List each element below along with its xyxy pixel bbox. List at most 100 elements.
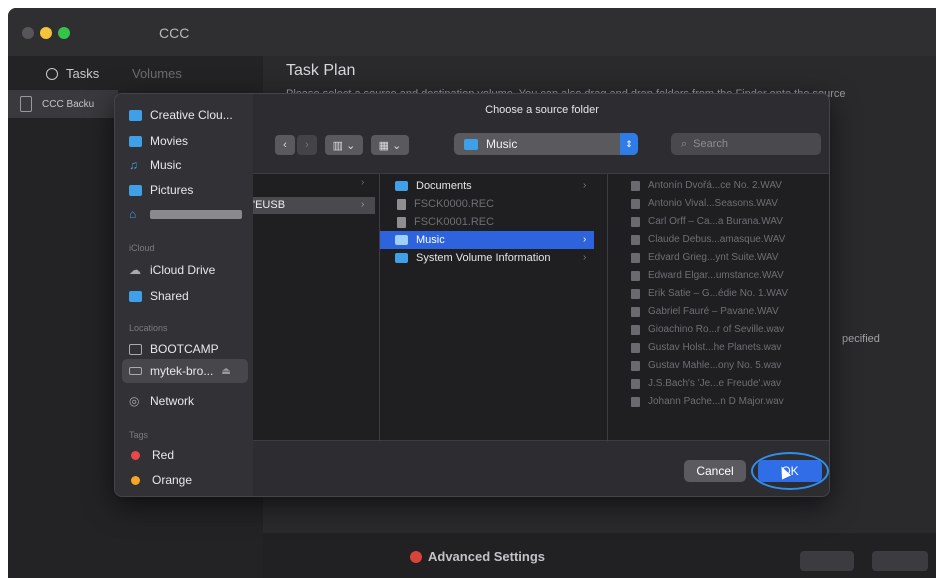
sidebar-item-icloud-drive[interactable]: ☁ iCloud Drive	[129, 263, 215, 277]
sidebar-item-creative-cloud[interactable]: Creative Clou...	[129, 108, 233, 122]
sidebar-item-label: Movies	[150, 134, 189, 148]
column-item-fsck0001[interactable]: FSCK0001.REC	[397, 216, 494, 228]
sidebar-item-music[interactable]: ♫ Music	[129, 158, 181, 172]
back-button[interactable]: ‹	[275, 135, 295, 155]
list-item[interactable]: Antonín Dvořá...ce No. 2.WAV	[631, 180, 782, 191]
audio-file-icon	[631, 234, 640, 245]
path-popup-label: Music	[486, 137, 518, 151]
close-window-button[interactable]	[22, 27, 34, 39]
sidebar-item-network[interactable]: ◎ Network	[129, 394, 194, 408]
file-label: Gioachino Ro...r of Seville.wav	[648, 324, 785, 335]
column-item-volume[interactable]: 'EUSB	[253, 199, 285, 211]
search-input[interactable]: ⌕ Search	[671, 133, 821, 155]
sidebar-item-home[interactable]: ⌂	[129, 207, 242, 221]
item-label: Documents	[416, 180, 472, 192]
chevron-updown-icon: ⇕	[620, 133, 638, 155]
file-label: J.S.Bach's 'Je...e Freude'.wav	[648, 378, 782, 389]
audio-file-icon	[631, 216, 640, 227]
sidebar-section-locations: Locations	[129, 323, 168, 333]
list-item[interactable]: Gabriel Fauré – Pavane.WAV	[631, 306, 779, 317]
sidebar-item-label: mytek-bro...	[150, 364, 214, 378]
item-label: Music	[416, 234, 445, 246]
group-by-button[interactable]: ▦ ⌄	[371, 135, 409, 155]
photo-icon	[129, 184, 142, 196]
list-item[interactable]: Edward Elgar...umstance.WAV	[631, 270, 784, 281]
column-item-system-volume-information[interactable]: System Volume Information	[395, 252, 551, 264]
sidebar-item-label: Creative Clou...	[150, 108, 233, 122]
list-item[interactable]: Johann Pache...n D Major.wav	[631, 396, 784, 407]
audio-file-icon	[631, 270, 640, 281]
column-browser: 'EUSB › › Documents › FSCK0000.REC FSCK0…	[253, 173, 829, 442]
column-item-fsck0000[interactable]: FSCK0000.REC	[397, 198, 494, 210]
save-button[interactable]	[872, 551, 928, 571]
list-item[interactable]: Gustav Mahle...ony No. 5.wav	[631, 360, 781, 371]
eject-icon[interactable]: ⏏	[221, 366, 230, 377]
path-popup-button[interactable]: Music ⇕	[454, 133, 638, 155]
column-item-documents[interactable]: Documents	[395, 180, 472, 192]
destination-status-text: pecified	[842, 333, 880, 345]
audio-file-icon	[631, 324, 640, 335]
search-placeholder: Search	[693, 138, 729, 150]
file-label: Claude Debus...amasque.WAV	[648, 234, 786, 245]
task-list-item[interactable]: CCC Backu	[8, 90, 118, 118]
cancel-button[interactable]: Cancel	[684, 460, 746, 482]
folder-icon	[464, 138, 478, 150]
chevron-right-icon: ›	[361, 199, 365, 210]
list-item[interactable]: Carl Orff – Ca...a Burana.WAV	[631, 216, 783, 227]
task-document-icon	[20, 96, 32, 112]
music-note-icon: ♫	[129, 158, 138, 172]
sidebar-item-label: Pictures	[150, 183, 194, 197]
chevron-right-icon: ›	[583, 180, 587, 191]
document-icon	[129, 109, 142, 121]
sidebar-item-label: Shared	[150, 289, 189, 303]
sidebar-item-mytek[interactable]: mytek-bro... ⏏	[129, 364, 231, 378]
chevron-right-icon: ›	[305, 139, 309, 151]
file-label: Erik Satie – G...édie No. 1.WAV	[648, 288, 789, 299]
sidebar-item-tag-red[interactable]: Red	[129, 448, 174, 462]
sidebar-item-label: iCloud Drive	[150, 263, 216, 277]
file-icon	[397, 198, 406, 210]
sidebar-item-shared[interactable]: Shared	[129, 289, 189, 303]
red-tag-dot-icon	[131, 450, 140, 460]
zoom-window-button[interactable]	[58, 27, 70, 39]
forward-button[interactable]: ›	[297, 135, 317, 155]
chevron-left-icon: ‹	[283, 139, 287, 151]
audio-file-icon	[631, 198, 640, 209]
sidebar-item-bootcamp[interactable]: BOOTCAMP	[129, 342, 219, 356]
minimize-window-button[interactable]	[40, 27, 52, 39]
tab-volumes[interactable]: Volumes	[132, 66, 182, 81]
column-item-music[interactable]: Music	[395, 234, 445, 246]
file-label: Carl Orff – Ca...a Burana.WAV	[648, 216, 783, 227]
ok-button[interactable]: OK	[758, 460, 822, 482]
sidebar-item-label: Red	[152, 448, 175, 462]
tab-tasks[interactable]: Tasks	[46, 66, 99, 81]
list-item[interactable]: Claude Debus...amasque.WAV	[631, 234, 785, 245]
list-item[interactable]: Antonio Vival...Seasons.WAV	[631, 198, 778, 209]
shared-folder-icon	[129, 290, 142, 302]
file-label: Antonio Vival...Seasons.WAV	[648, 198, 778, 209]
audio-file-icon	[631, 360, 640, 371]
list-item[interactable]: Erik Satie – G...édie No. 1.WAV	[631, 288, 788, 299]
list-item[interactable]: Gustav Holst...he Planets.wav	[631, 342, 781, 353]
volume-label: 'EUSB	[253, 199, 286, 211]
film-icon	[129, 135, 142, 147]
home-icon: ⌂	[129, 207, 137, 221]
tab-tasks-label: Tasks	[66, 66, 100, 81]
dialog-title: Choose a source folder	[485, 104, 599, 116]
sidebar-item-tag-orange[interactable]: Orange	[129, 473, 192, 487]
audio-file-icon	[631, 306, 640, 317]
file-icon	[397, 216, 406, 228]
file-label: Gustav Holst...he Planets.wav	[648, 342, 782, 353]
sidebar-item-pictures[interactable]: Pictures	[129, 183, 193, 197]
list-item[interactable]: Gioachino Ro...r of Seville.wav	[631, 324, 784, 335]
sidebar-item-movies[interactable]: Movies	[129, 134, 188, 148]
sidebar-section-icloud: iCloud	[129, 243, 155, 253]
chevron-right-icon: ›	[583, 252, 587, 263]
revert-button[interactable]	[800, 551, 854, 571]
audio-file-icon	[631, 252, 640, 263]
file-label: Johann Pache...n D Major.wav	[648, 396, 784, 407]
list-item[interactable]: Edvard Grieg...ynt Suite.WAV	[631, 252, 779, 263]
advanced-settings-button[interactable]: Advanced Settings	[410, 549, 545, 564]
list-item[interactable]: J.S.Bach's 'Je...e Freude'.wav	[631, 378, 781, 389]
view-mode-button[interactable]: ▥ ⌄	[325, 135, 363, 155]
